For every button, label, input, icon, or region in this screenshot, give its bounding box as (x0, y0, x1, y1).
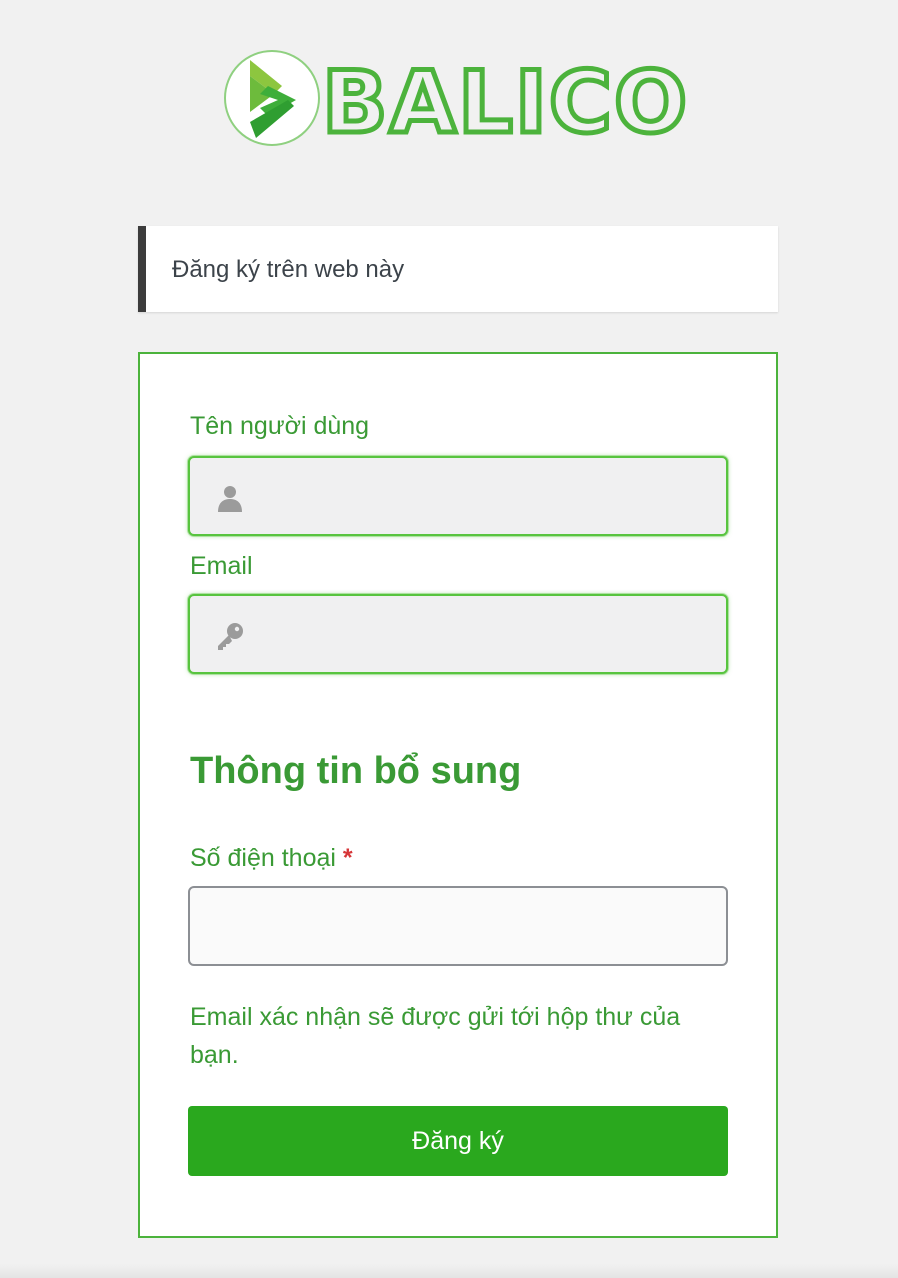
page-bottom-edge (0, 1264, 898, 1278)
username-input[interactable] (190, 458, 726, 534)
balico-chevron-logo-icon: BALICO (224, 50, 690, 150)
username-field[interactable] (188, 456, 728, 536)
phone-label: Số điện thoại * (190, 844, 353, 873)
required-mark: * (342, 844, 353, 872)
registration-form: Tên người dùng Email Thông tin bổ sung S… (138, 352, 778, 1238)
email-input[interactable] (190, 596, 726, 672)
register-notice-text: Đăng ký trên web này (172, 256, 405, 283)
register-button[interactable]: Đăng ký (188, 1106, 728, 1176)
phone-input[interactable] (190, 888, 726, 964)
register-notice: Đăng ký trên web này (138, 226, 778, 312)
additional-info-heading: Thông tin bổ sung (190, 750, 522, 792)
phone-label-text: Số điện thoại (190, 844, 336, 872)
username-label: Tên người dùng (190, 412, 370, 440)
logo-wordmark: BALICO (322, 53, 689, 150)
site-logo[interactable]: BALICO (222, 46, 702, 150)
confirmation-note: Email xác nhận sẽ được gửi tới hộp thư c… (190, 1003, 681, 1069)
phone-field[interactable] (188, 886, 728, 966)
email-field[interactable] (188, 594, 728, 674)
email-label: Email (190, 552, 253, 580)
